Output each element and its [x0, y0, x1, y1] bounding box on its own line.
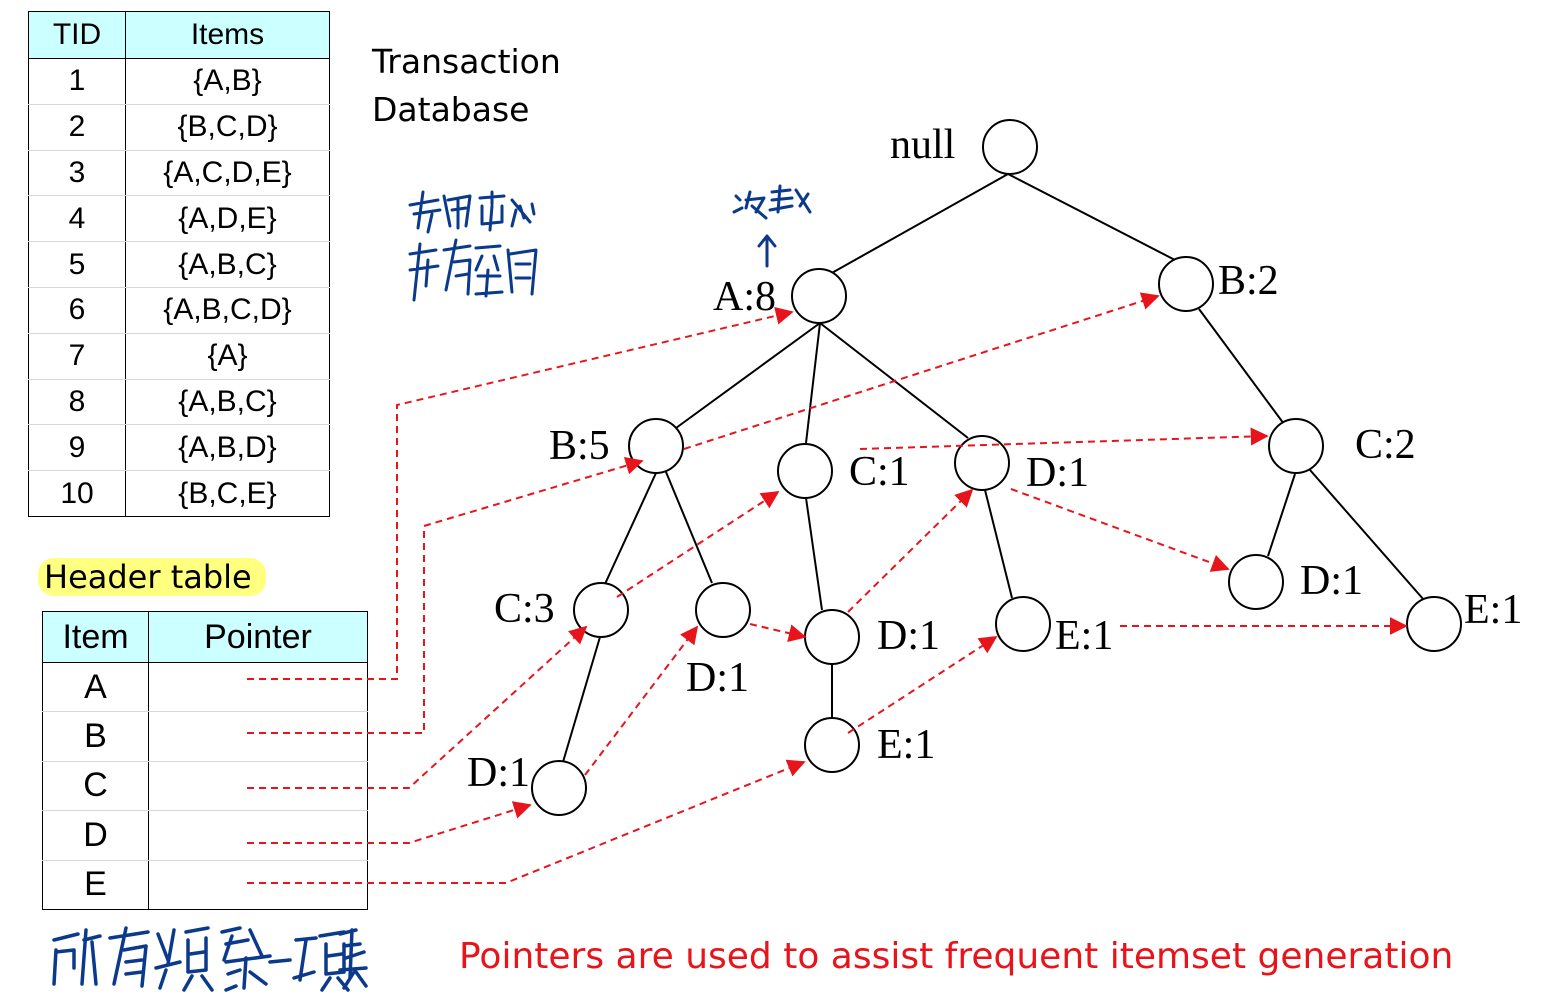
pointer-arrow [584, 625, 699, 776]
node-label: B:5 [549, 423, 610, 469]
arrow-up-icon [757, 234, 777, 268]
tree-node [628, 418, 684, 474]
tree-edge [1007, 173, 1176, 261]
handwritten-note-frequent-items [52, 926, 368, 992]
tree-node [1406, 596, 1462, 652]
node-label: C:3 [494, 586, 555, 632]
caption: Pointers are used to assist frequent ite… [459, 936, 1454, 977]
fp-tree-diagram: null A:8 B:2 B:5 C:1 D:1 C:2 C:3 D:1 D:1… [52, 119, 1522, 992]
pointer-arrow [859, 427, 1269, 450]
tree-node [573, 582, 629, 638]
tree-edge [805, 497, 823, 611]
tree-edge [562, 636, 601, 763]
tree-node [1158, 256, 1214, 312]
tree-node [695, 582, 751, 638]
tree-nodes [531, 119, 1462, 816]
tree-node [1268, 418, 1324, 474]
tree-node [804, 609, 860, 665]
node-label: C:1 [849, 449, 910, 495]
node-label: E:1 [877, 722, 935, 768]
node-label: D:1 [877, 613, 940, 659]
node-label: C:2 [1355, 422, 1416, 468]
tree-edge [805, 322, 821, 444]
node-label: B:2 [1218, 258, 1279, 304]
tree-node [995, 596, 1051, 652]
node-label: D:1 [467, 750, 530, 796]
tree-edge [1198, 308, 1285, 425]
pointer-arrow [749, 623, 807, 643]
tree-node [1228, 554, 1284, 610]
node-label: D:1 [686, 655, 749, 701]
pointer-arrow [247, 801, 532, 844]
pointer-arrow [247, 625, 588, 789]
tree-node [954, 435, 1010, 491]
tree-node [804, 717, 860, 773]
pointer-arrow [616, 491, 780, 598]
tree-edge [829, 173, 1009, 275]
root-node [982, 119, 1038, 175]
tree-node [791, 268, 847, 324]
pointer-arrow [847, 488, 974, 613]
tree-edge [665, 471, 713, 584]
handwritten-note-count [732, 184, 812, 268]
node-label: D:1 [1026, 450, 1089, 496]
tree-edge [1267, 473, 1296, 557]
node-label: E:1 [1464, 587, 1522, 633]
tree-edge [604, 472, 657, 585]
tree-edge [984, 489, 1013, 599]
pointer-arrow [1010, 488, 1230, 572]
node-label: E:1 [1055, 613, 1113, 659]
tree-node [531, 760, 587, 816]
node-label: D:1 [1300, 558, 1363, 604]
root-label: null [890, 122, 955, 168]
tree-node [777, 443, 833, 499]
node-label: A:8 [713, 274, 776, 320]
handwritten-note-space [408, 190, 538, 302]
